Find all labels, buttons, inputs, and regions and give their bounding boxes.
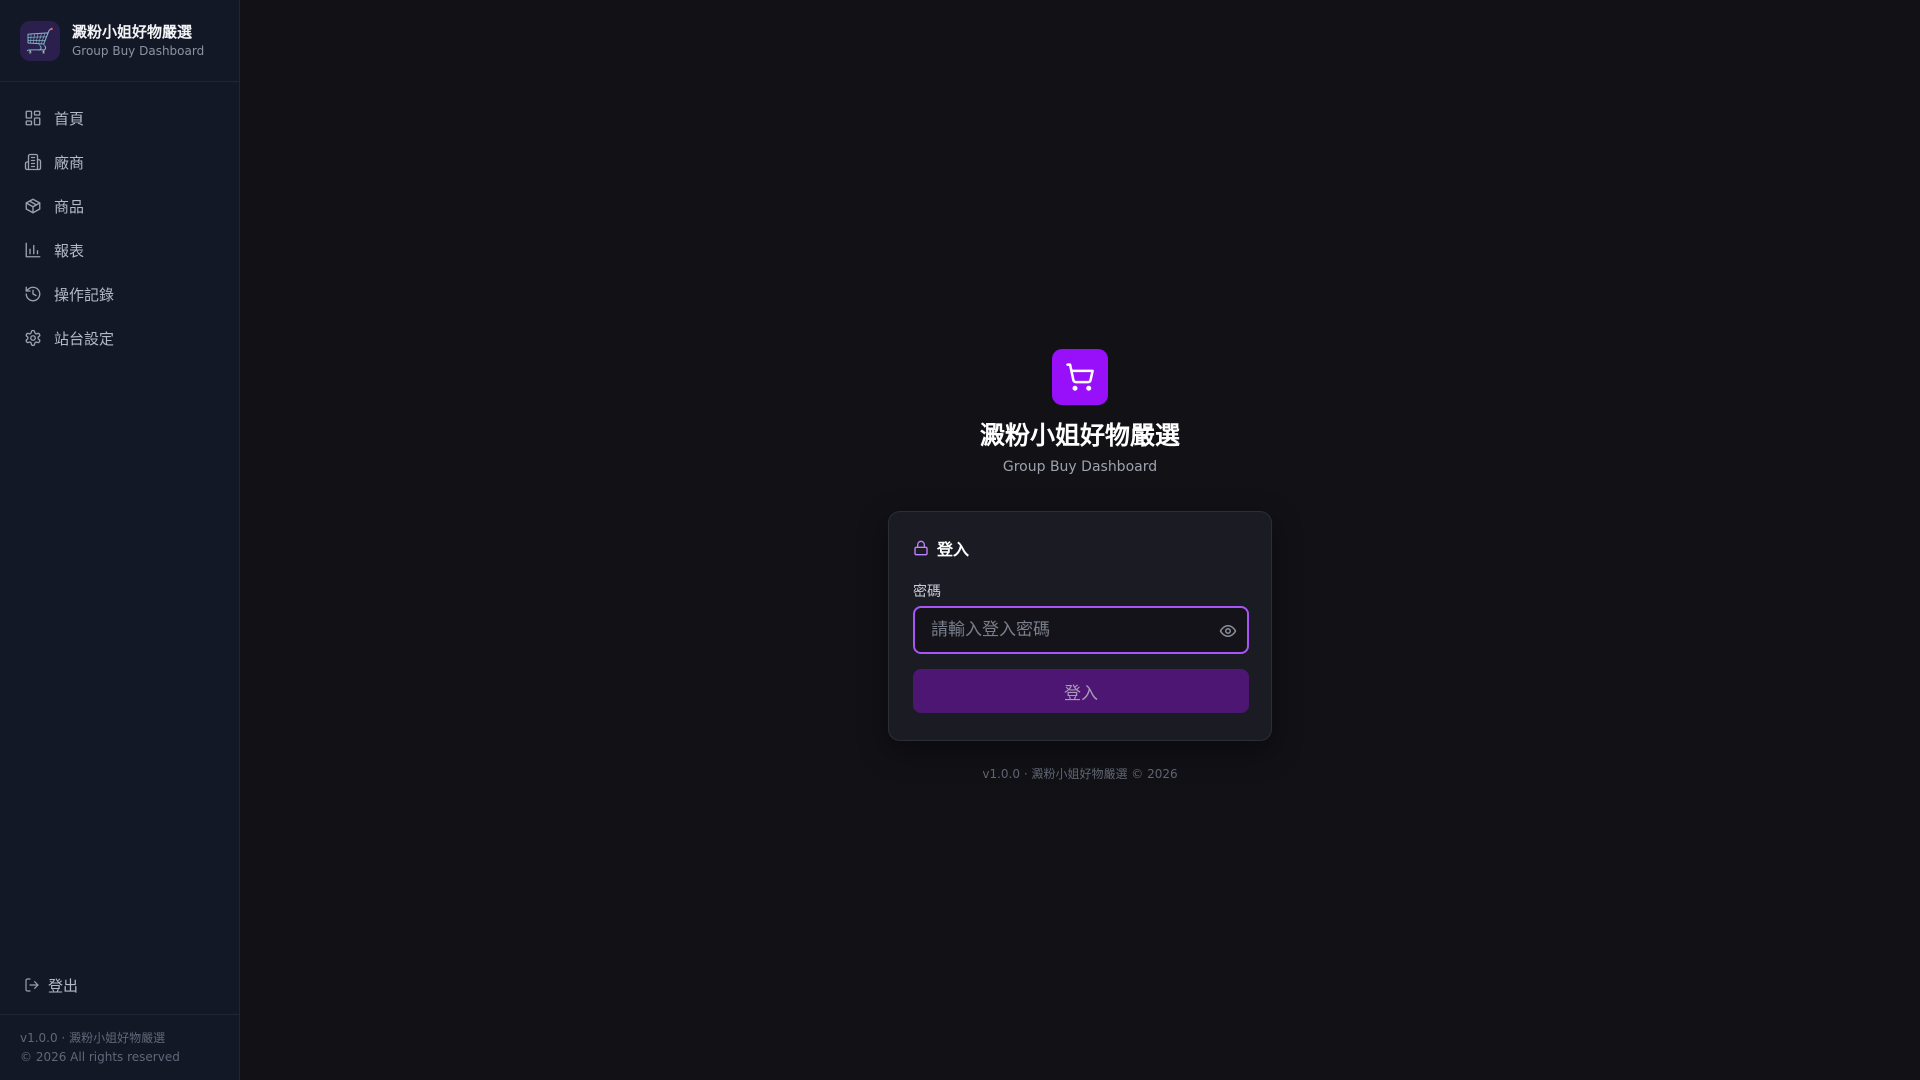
brand-subtitle: Group Buy Dashboard: [72, 43, 205, 58]
sidebar-item-label: 報表: [54, 241, 85, 260]
password-label: 密碼: [913, 584, 941, 600]
sidebar-item-products[interactable]: 商品: [0, 184, 239, 228]
dashboard-icon: [24, 109, 42, 127]
sidebar-footer: v1.0.0 · 澱粉小姐好物嚴選 © 2026 All rights rese…: [0, 1014, 239, 1080]
sidebar-item-label: 商品: [54, 197, 85, 216]
sidebar-item-label: 站台設定: [54, 329, 115, 348]
sidebar: 🛒 澱粉小姐好物嚴選 Group Buy Dashboard 首頁 廠商 商品 …: [0, 0, 240, 1080]
sidebar-item-label: 廠商: [54, 153, 85, 172]
cart-logo-icon: 🛒: [20, 20, 60, 61]
logout-button[interactable]: 登出: [0, 962, 239, 1008]
password-input[interactable]: [915, 608, 1247, 652]
brand-title: 澱粉小姐好物嚴選: [72, 22, 193, 41]
sidebar-item-home[interactable]: 首頁: [0, 96, 239, 140]
sidebar-item-reports[interactable]: 報表: [0, 228, 239, 272]
password-field-wrapper: [913, 606, 1249, 654]
version-footer: v1.0.0 · 澱粉小姐好物嚴選 © 2026: [982, 767, 1178, 781]
login-button[interactable]: 登入: [913, 669, 1249, 713]
page-subtitle: Group Buy Dashboard: [1002, 459, 1158, 475]
eye-icon[interactable]: [1219, 622, 1237, 640]
logout-label: 登出: [48, 976, 79, 995]
sidebar-nav: 首頁 廠商 商品 報表 操作記錄 站台設定: [0, 82, 239, 962]
gear-icon: [24, 329, 42, 347]
page-title: 澱粉小姐好物嚴選: [979, 421, 1180, 450]
login-card-title: 登入: [937, 540, 970, 559]
sidebar-item-label: 首頁: [54, 109, 85, 128]
history-icon: [24, 285, 42, 303]
logout-icon: [24, 977, 40, 993]
package-icon: [24, 197, 42, 215]
sidebar-brand: 🛒 澱粉小姐好物嚴選 Group Buy Dashboard: [0, 0, 239, 82]
sidebar-item-site-settings[interactable]: 站台設定: [0, 316, 239, 360]
sidebar-version: v1.0.0 · 澱粉小姐好物嚴選: [20, 1031, 166, 1045]
sidebar-copyright: © 2026 All rights reserved: [20, 1050, 180, 1064]
login-card-header: 登入: [913, 536, 1247, 560]
shopping-cart-icon: [1052, 349, 1108, 405]
login-panel: 澱粉小姐好物嚴選 Group Buy Dashboard 登入 密碼 登入 v1…: [888, 349, 1272, 783]
sidebar-item-label: 操作記錄: [54, 285, 115, 304]
brand-text: 澱粉小姐好物嚴選 Group Buy Dashboard: [72, 22, 204, 60]
bar-chart-icon: [24, 241, 42, 259]
main-area: 澱粉小姐好物嚴選 Group Buy Dashboard 登入 密碼 登入 v1…: [240, 0, 1920, 1080]
login-card: 登入 密碼 登入: [888, 511, 1272, 741]
sidebar-item-vendors[interactable]: 廠商: [0, 140, 239, 184]
building-icon: [24, 153, 42, 171]
lock-icon: [913, 540, 929, 556]
sidebar-item-activity-log[interactable]: 操作記錄: [0, 272, 239, 316]
